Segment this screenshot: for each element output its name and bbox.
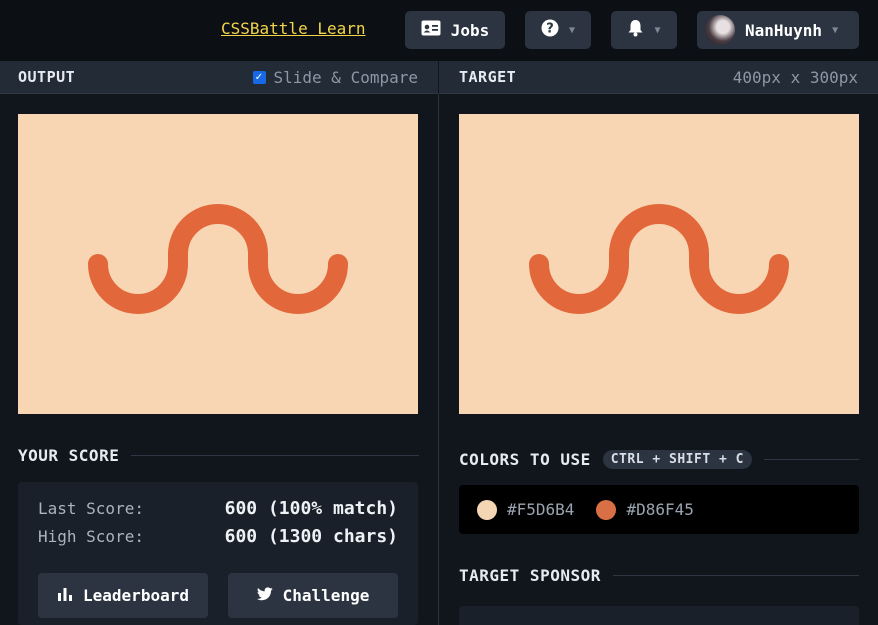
color-palette: #F5D6B4 #D86F45 bbox=[459, 485, 859, 534]
chevron-down-icon: ▼ bbox=[568, 24, 576, 36]
score-panel: Last Score: 600 (100% match) High Score:… bbox=[18, 482, 418, 625]
sponsor-title: TARGET SPONSOR bbox=[459, 566, 601, 585]
last-score-value: 600 (100% match) bbox=[224, 498, 398, 519]
last-score-row: Last Score: 600 (100% match) bbox=[38, 498, 398, 519]
challenge-label: Challenge bbox=[282, 586, 370, 605]
cssbattle-learn-link[interactable]: CSSBattle Learn bbox=[221, 19, 366, 38]
jobs-label: Jobs bbox=[450, 20, 490, 40]
slide-compare-toggle[interactable]: ✓ Slide & Compare bbox=[252, 68, 419, 87]
help-menu-button[interactable]: ? ▼ bbox=[525, 11, 591, 49]
output-background bbox=[18, 114, 418, 414]
section-divider bbox=[131, 455, 419, 456]
target-canvas bbox=[459, 114, 859, 414]
section-divider bbox=[612, 575, 859, 576]
color-swatch bbox=[596, 499, 617, 520]
slide-compare-checkbox[interactable]: ✓ bbox=[252, 71, 266, 84]
panel-divider[interactable] bbox=[438, 94, 439, 625]
chevron-down-icon: ▼ bbox=[654, 24, 661, 36]
color-hex: #F5D6B4 bbox=[507, 500, 575, 519]
leaderboard-button[interactable]: Leaderboard bbox=[38, 573, 208, 618]
slide-compare-label: Slide & Compare bbox=[273, 68, 419, 87]
challenge-button[interactable]: Challenge bbox=[228, 573, 398, 618]
color-swatch bbox=[477, 499, 497, 520]
sponsor-panel bbox=[459, 606, 859, 625]
notifications-button[interactable]: ▼ bbox=[611, 11, 677, 49]
color-hex: #D86F45 bbox=[626, 500, 694, 519]
high-score-label: High Score: bbox=[38, 527, 144, 546]
last-score-label: Last Score: bbox=[38, 499, 144, 518]
user-menu-button[interactable]: NanHuynh ▼ bbox=[697, 11, 859, 49]
bell-icon bbox=[627, 19, 644, 41]
svg-text:?: ? bbox=[546, 22, 554, 37]
colors-to-use-heading: COLORS TO USE CTRL + SHIFT + C bbox=[459, 450, 859, 469]
output-canvas[interactable] bbox=[18, 114, 418, 414]
jobs-button[interactable]: Jobs bbox=[405, 11, 505, 49]
leaderboard-label: Leaderboard bbox=[83, 586, 189, 605]
target-sponsor-heading: TARGET SPONSOR bbox=[459, 566, 859, 585]
high-score-value: 600 (1300 chars) bbox=[224, 526, 398, 547]
question-circle-icon: ? bbox=[541, 19, 559, 41]
color-chip-accent[interactable]: #D86F45 bbox=[596, 499, 694, 520]
color-chip-background[interactable]: #F5D6B4 bbox=[477, 499, 575, 520]
high-score-row: High Score: 600 (1300 chars) bbox=[38, 526, 398, 547]
target-dimensions: 400px x 300px bbox=[732, 68, 858, 87]
colors-title: COLORS TO USE bbox=[459, 450, 591, 469]
top-bar: CSSBattle Learn Jobs ? ▼ ▼ NanHuynh ▼ bbox=[0, 0, 878, 61]
bar-chart-icon bbox=[57, 586, 73, 605]
your-score-title: YOUR SCORE bbox=[18, 446, 120, 465]
avatar bbox=[705, 15, 735, 45]
target-panel-header: TARGET 400px x 300px bbox=[439, 61, 878, 94]
output-title: OUTPUT bbox=[18, 68, 76, 86]
section-divider bbox=[763, 459, 859, 460]
output-panel-header: OUTPUT ✓ Slide & Compare bbox=[0, 61, 438, 94]
twitter-icon bbox=[256, 586, 273, 605]
target-background bbox=[459, 114, 859, 414]
username: NanHuynh bbox=[745, 20, 823, 40]
chevron-down-icon: ▼ bbox=[832, 24, 839, 36]
copy-colors-shortcut-badge: CTRL + SHIFT + C bbox=[602, 450, 752, 469]
your-score-heading: YOUR SCORE bbox=[18, 446, 419, 465]
id-card-icon bbox=[421, 20, 441, 40]
target-title: TARGET bbox=[459, 68, 517, 86]
